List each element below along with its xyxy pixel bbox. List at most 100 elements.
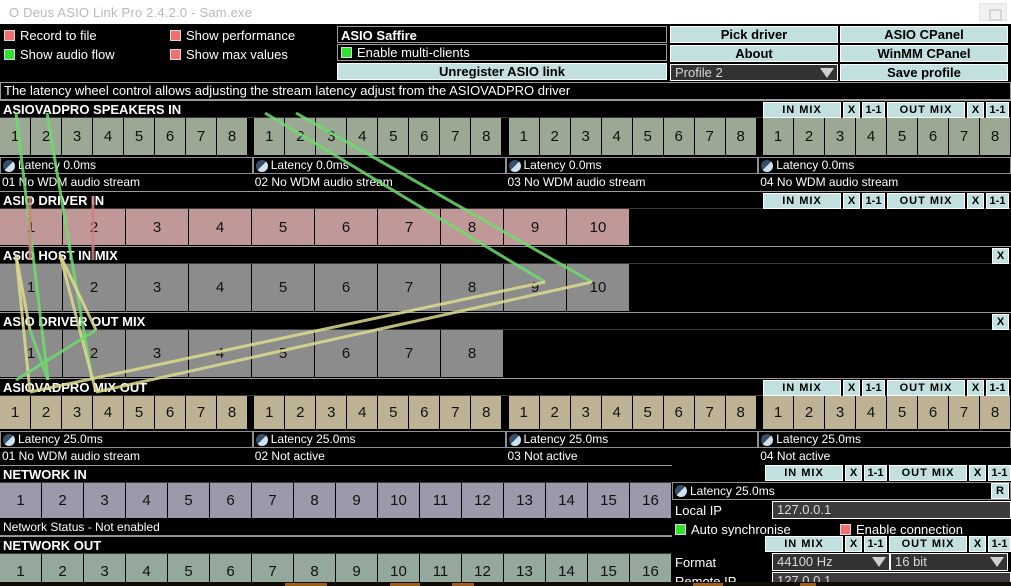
- option-show-max-values[interactable]: Show max values: [170, 45, 335, 64]
- option-show-performance[interactable]: Show performance: [170, 26, 335, 45]
- in-mix-button[interactable]: IN MIX: [763, 193, 841, 209]
- channel-cell[interactable]: 5: [252, 209, 315, 246]
- pick-driver-button[interactable]: Pick driver: [670, 26, 838, 43]
- channel-cell[interactable]: 11: [420, 483, 462, 519]
- checkbox-auto-synchronise[interactable]: [675, 523, 686, 535]
- channel-cell[interactable]: 5: [252, 264, 315, 312]
- channel-cell[interactable]: 1: [0, 264, 63, 312]
- out-mix-button[interactable]: OUT MIX: [887, 102, 965, 118]
- channel-cell[interactable]: 5: [378, 118, 410, 156]
- channel-cell[interactable]: 4: [855, 118, 887, 156]
- channel-cell[interactable]: 2: [793, 118, 825, 156]
- channel-cell[interactable]: 3: [62, 396, 93, 430]
- unregister-asio-link-button[interactable]: Unregister ASIO link: [337, 63, 667, 80]
- restore-window-icon[interactable]: [979, 3, 1007, 21]
- checkbox-enable-multi-clients[interactable]: [341, 47, 352, 58]
- channel-cell[interactable]: 3: [316, 396, 348, 430]
- latency-control[interactable]: Latency 25.0ms: [252, 431, 506, 448]
- channel-cell[interactable]: 3: [126, 264, 189, 312]
- channel-cell[interactable]: 8: [217, 118, 248, 156]
- channel-cell[interactable]: 2: [63, 330, 126, 378]
- channel-cell[interactable]: 2: [539, 118, 571, 156]
- latency-wheel-icon[interactable]: [255, 160, 268, 172]
- channel-cell[interactable]: 6: [210, 483, 252, 519]
- channel-cell[interactable]: 4: [93, 118, 124, 156]
- latency-control[interactable]: Latency 0.0ms: [252, 157, 506, 174]
- out-mix-button[interactable]: OUT MIX: [887, 193, 965, 209]
- channel-cell[interactable]: 6: [663, 118, 695, 156]
- out-mix-one-to-one-button[interactable]: 1-1: [986, 380, 1009, 396]
- in-mix-one-to-one-button[interactable]: 1-1: [862, 193, 885, 209]
- channel-cell[interactable]: 7: [948, 118, 980, 156]
- channel-cell[interactable]: 5: [886, 118, 918, 156]
- channel-cell[interactable]: 12: [462, 483, 504, 519]
- channel-cell[interactable]: 14: [546, 483, 588, 519]
- sample-rate-select[interactable]: 44100 Hz: [772, 553, 890, 571]
- mix-clear-button[interactable]: X: [992, 314, 1009, 330]
- channel-cell[interactable]: 7: [378, 264, 441, 312]
- in-mix-clear-button[interactable]: X: [845, 465, 862, 481]
- channel-cell[interactable]: 7: [186, 396, 217, 430]
- channel-cell[interactable]: 3: [126, 209, 189, 246]
- channel-cell[interactable]: 1: [0, 330, 63, 378]
- channel-cell[interactable]: 4: [855, 396, 887, 430]
- in-mix-one-to-one-button[interactable]: 1-1: [864, 536, 887, 552]
- channel-cell[interactable]: 10: [378, 483, 420, 519]
- out-mix-button[interactable]: OUT MIX: [889, 465, 967, 481]
- channel-cell[interactable]: 5: [886, 396, 918, 430]
- channel-cell[interactable]: 5: [632, 396, 664, 430]
- channel-cell[interactable]: 1: [254, 118, 286, 156]
- out-mix-clear-button[interactable]: X: [967, 193, 984, 209]
- winmm-cpanel-button[interactable]: WinMM CPanel: [840, 45, 1008, 62]
- out-mix-button[interactable]: OUT MIX: [889, 536, 967, 552]
- channel-cell[interactable]: 9: [504, 209, 567, 246]
- channel-cell[interactable]: 8: [294, 483, 336, 519]
- channel-cell[interactable]: 1: [0, 396, 31, 430]
- checkbox-record-to-file[interactable]: [4, 30, 15, 41]
- in-mix-clear-button[interactable]: X: [843, 193, 860, 209]
- in-mix-clear-button[interactable]: X: [843, 380, 860, 396]
- channel-cell[interactable]: 6: [315, 330, 378, 378]
- channel-cell[interactable]: 6: [315, 209, 378, 246]
- in-mix-clear-button[interactable]: X: [845, 536, 862, 552]
- profile-select[interactable]: Profile 2: [670, 64, 838, 81]
- channel-cell[interactable]: 13: [504, 483, 546, 519]
- channel-cell[interactable]: 7: [694, 396, 726, 430]
- channel-cell[interactable]: 7: [440, 118, 472, 156]
- channel-cell[interactable]: 8: [979, 118, 1011, 156]
- latency-control[interactable]: Latency 25.0ms: [0, 431, 253, 448]
- channel-cell[interactable]: 6: [409, 396, 441, 430]
- channel-cell[interactable]: 3: [126, 330, 189, 378]
- channel-cell[interactable]: 7: [440, 396, 472, 430]
- channel-cell[interactable]: 8: [217, 396, 248, 430]
- channel-cell[interactable]: 6: [315, 264, 378, 312]
- channel-cell[interactable]: 7: [378, 330, 441, 378]
- asio-cpanel-button[interactable]: ASIO CPanel: [840, 26, 1008, 43]
- channel-cell[interactable]: 7: [186, 118, 217, 156]
- latency-control[interactable]: Latency 0.0ms: [505, 157, 759, 174]
- latency-control[interactable]: Latency 25.0ms: [505, 431, 759, 448]
- latency-wheel-icon[interactable]: [3, 434, 15, 446]
- channel-cell[interactable]: 16: [630, 483, 672, 519]
- channel-cell[interactable]: 2: [63, 264, 126, 312]
- latency-wheel-icon[interactable]: [761, 160, 774, 172]
- option-record-to-file[interactable]: Record to file: [4, 26, 169, 45]
- auto-synchronise[interactable]: Auto synchronise: [672, 523, 840, 536]
- channel-cell[interactable]: 5: [124, 396, 155, 430]
- channel-cell[interactable]: 4: [189, 330, 252, 378]
- out-mix-clear-button[interactable]: X: [969, 465, 986, 481]
- latency-reset-button[interactable]: R: [991, 483, 1009, 499]
- channel-cell[interactable]: 6: [663, 396, 695, 430]
- channel-cell[interactable]: 1: [254, 396, 286, 430]
- channel-cell[interactable]: 9: [336, 483, 378, 519]
- mix-clear-button[interactable]: X: [992, 248, 1009, 264]
- channel-cell[interactable]: 15: [588, 483, 630, 519]
- channel-cell[interactable]: 9: [504, 264, 567, 312]
- channel-cell[interactable]: 2: [63, 209, 126, 246]
- out-mix-button[interactable]: OUT MIX: [887, 380, 965, 396]
- checkbox-network-in-enable-connection[interactable]: [840, 523, 851, 535]
- channel-cell[interactable]: 4: [601, 118, 633, 156]
- channel-cell[interactable]: 8: [725, 118, 757, 156]
- channel-cell[interactable]: 3: [84, 483, 126, 519]
- in-mix-button[interactable]: IN MIX: [765, 536, 843, 552]
